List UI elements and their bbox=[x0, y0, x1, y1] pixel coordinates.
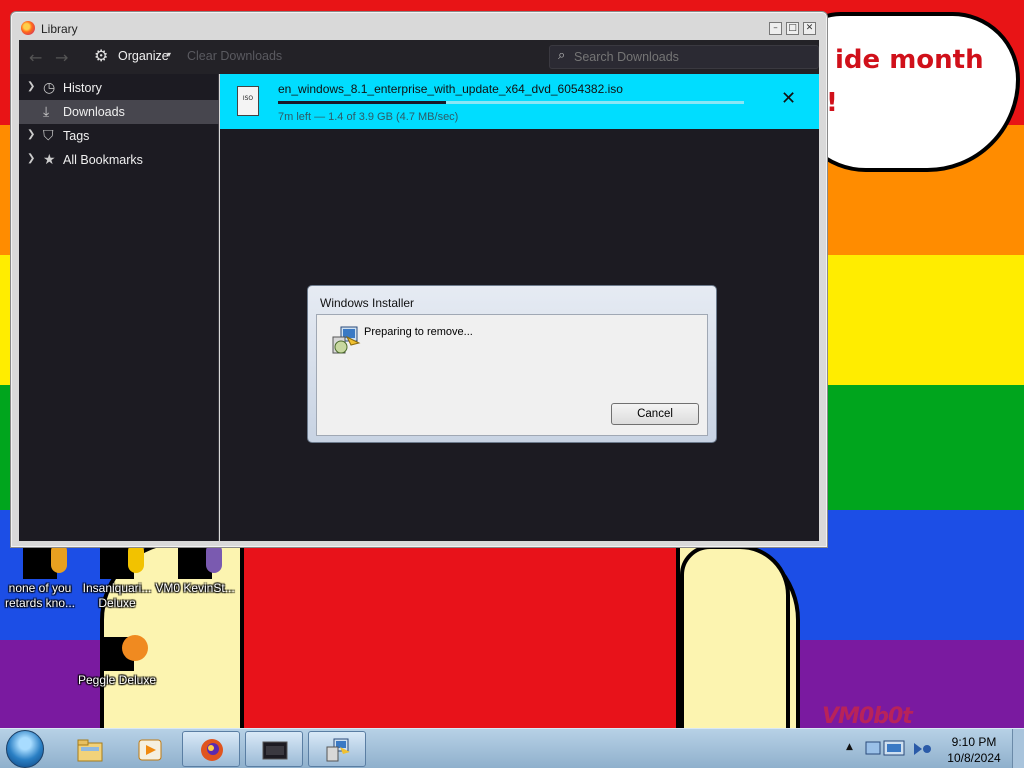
installer-body: Preparing to remove... Cancel bbox=[316, 314, 708, 436]
chevron-down-icon: ▾ bbox=[167, 50, 172, 59]
sidebar-item-label: History bbox=[63, 81, 102, 95]
library-sidebar: ❯ ◷ History ⤓ Downloads ❯ ⛉ Tags ❯ ★ All… bbox=[19, 74, 219, 541]
firefox-icon bbox=[201, 739, 223, 761]
clock-icon: ◷ bbox=[43, 79, 56, 95]
sidebar-item-label: Downloads bbox=[63, 105, 125, 119]
installer-cancel-button[interactable]: Cancel bbox=[611, 403, 699, 425]
shortcut-icon bbox=[178, 543, 222, 579]
installer-icon bbox=[326, 738, 350, 762]
desktop-icon-label: Peggle Deluxe bbox=[77, 673, 157, 687]
download-status: 7m left — 1.4 of 3.9 GB (4.7 MB/sec) bbox=[278, 111, 459, 123]
download-progress-fill bbox=[278, 101, 446, 104]
show-desktop-button[interactable] bbox=[1012, 729, 1024, 768]
clock-date[interactable]: 10/8/2024 bbox=[942, 751, 1006, 765]
wallpaper-watermark: VM0b0t bbox=[822, 704, 913, 728]
search-input[interactable] bbox=[574, 49, 814, 65]
desktop-icon-vm0-kevinst[interactable]: VM0 KevinSt... bbox=[155, 543, 235, 596]
sidebar-item-tags[interactable]: ❯ ⛉ Tags bbox=[19, 124, 219, 148]
library-toolbar: ← → ⚙ Organize ▾ Clear Downloads ⌕ bbox=[19, 40, 819, 74]
sidebar-item-history[interactable]: ❯ ◷ History bbox=[19, 76, 219, 100]
chevron-right-icon[interactable]: ❯ bbox=[27, 129, 35, 140]
iso-file-icon: ISO bbox=[237, 86, 259, 116]
download-icon: ⤓ bbox=[43, 103, 50, 119]
taskbar-installer-button[interactable] bbox=[308, 731, 366, 767]
library-titlebar[interactable]: Library – □ ✕ bbox=[11, 12, 827, 40]
taskbar-library-button[interactable] bbox=[245, 731, 303, 767]
installer-title: Windows Installer bbox=[320, 296, 415, 310]
desktop-icon-peggle-deluxe[interactable]: Peggle Deluxe bbox=[77, 635, 157, 688]
sidebar-item-label: Tags bbox=[63, 129, 90, 143]
cancel-download-icon[interactable]: ✕ bbox=[781, 90, 796, 108]
wallpaper-bubble-text: ide month bbox=[835, 45, 984, 75]
installer-message: Preparing to remove... bbox=[364, 326, 473, 338]
windows-installer-dialog: Windows Installer Preparing to remove...… bbox=[307, 285, 717, 443]
firefox-icon bbox=[21, 21, 35, 35]
sidebar-item-label: All Bookmarks bbox=[63, 153, 143, 167]
library-title: Library bbox=[41, 22, 78, 36]
back-arrow-icon[interactable]: ← bbox=[29, 48, 42, 67]
sidebar-item-downloads[interactable]: ⤓ Downloads bbox=[19, 100, 219, 124]
taskbar-firefox-button[interactable] bbox=[182, 731, 240, 767]
show-hidden-icons-arrow[interactable]: ▲ bbox=[846, 742, 853, 752]
desktop-icon-label: VM0 KevinSt... bbox=[155, 581, 235, 595]
desktop-icon-none-of-you[interactable]: none of you retards kno... bbox=[0, 543, 80, 611]
download-progress-bar bbox=[278, 101, 744, 104]
folder-icon bbox=[77, 739, 103, 762]
taskbar: ▲ 9:10 PM 10/8/2024 bbox=[0, 728, 1024, 768]
organize-button[interactable]: Organize bbox=[118, 49, 169, 63]
chevron-right-icon[interactable]: ❯ bbox=[27, 153, 35, 164]
minimize-button[interactable]: – bbox=[769, 22, 782, 35]
game-icon bbox=[100, 543, 144, 579]
desktop-icon-insaniquarium[interactable]: Insaniquari... Deluxe bbox=[77, 543, 157, 611]
taskbar-explorer-button[interactable] bbox=[60, 731, 118, 767]
download-item[interactable]: ISO en_windows_8.1_enterprise_with_updat… bbox=[220, 74, 819, 129]
media-player-icon bbox=[138, 739, 162, 761]
wallpaper-figure-arm bbox=[680, 545, 790, 728]
sidebar-item-all-bookmarks[interactable]: ❯ ★ All Bookmarks bbox=[19, 148, 219, 172]
chevron-right-icon[interactable]: ❯ bbox=[27, 81, 35, 92]
start-button[interactable] bbox=[6, 730, 44, 768]
gear-icon[interactable]: ⚙ bbox=[94, 46, 112, 65]
star-icon: ★ bbox=[43, 151, 56, 167]
clock-time[interactable]: 9:10 PM bbox=[948, 735, 1000, 749]
installer-icon bbox=[332, 326, 361, 354]
search-box[interactable]: ⌕ bbox=[549, 45, 819, 69]
close-button[interactable]: ✕ bbox=[803, 22, 816, 35]
taskbar-media-player-button[interactable] bbox=[120, 731, 178, 767]
peggle-icon bbox=[100, 635, 148, 671]
library-window: Library – □ ✕ ← → ⚙ Organize ▾ Clear Dow… bbox=[10, 11, 828, 548]
firefox-profile-icon bbox=[23, 543, 67, 579]
tray-icons[interactable] bbox=[862, 737, 934, 761]
wallpaper-figure-shirt bbox=[240, 540, 680, 728]
window-icon bbox=[262, 741, 288, 760]
desktop-icon-label: Insaniquari... Deluxe bbox=[82, 581, 152, 610]
search-icon: ⌕ bbox=[558, 48, 566, 63]
tag-icon: ⛉ bbox=[43, 127, 54, 143]
download-file-name: en_windows_8.1_enterprise_with_update_x6… bbox=[278, 82, 623, 96]
desktop-icon-label: none of you retards kno... bbox=[4, 581, 76, 610]
forward-arrow-icon[interactable]: → bbox=[55, 48, 68, 67]
maximize-button[interactable]: □ bbox=[786, 22, 799, 35]
clear-downloads-button[interactable]: Clear Downloads bbox=[187, 49, 282, 63]
